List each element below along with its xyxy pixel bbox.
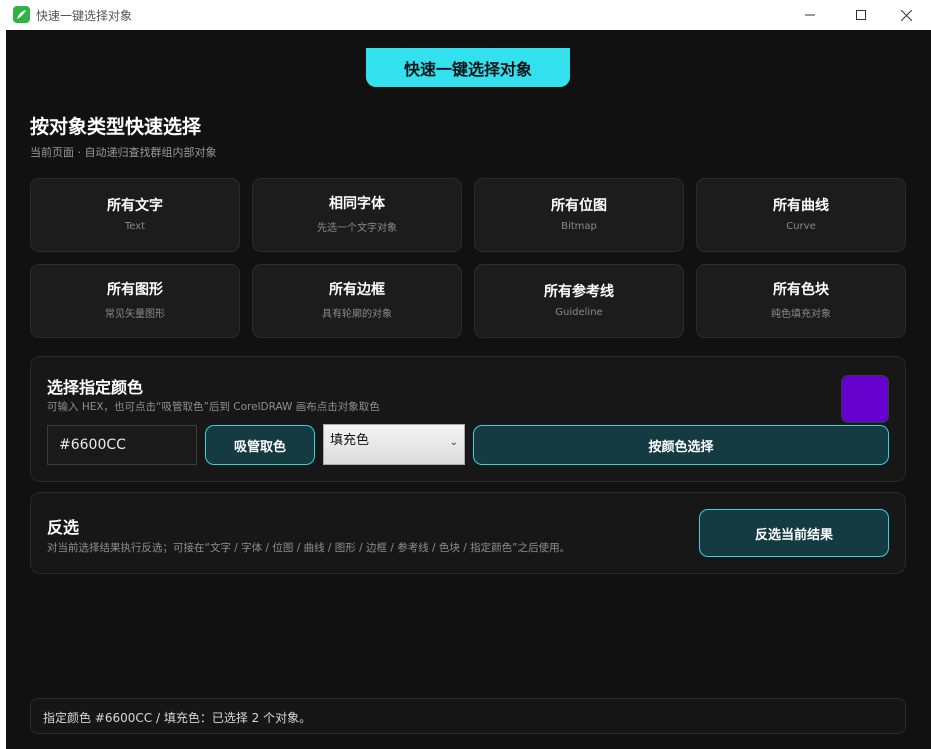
select-all-bitmap-button[interactable]: 所有位图 Bitmap: [474, 178, 684, 252]
card-title: 所有图形: [107, 281, 163, 298]
window-title: 快速一键选择对象: [36, 9, 133, 23]
card-title: 所有边框: [329, 281, 385, 298]
color-section-title: 选择指定颜色: [47, 378, 144, 397]
select-all-shapes-button[interactable]: 所有图形 常见矢量图形: [30, 264, 240, 338]
color-mode-selected: 填充色: [330, 433, 370, 448]
color-swatch: [841, 375, 889, 423]
card-title: 相同字体: [329, 195, 385, 212]
card-subtitle: Bitmap: [561, 220, 597, 232]
select-same-font-button[interactable]: 相同字体 先选一个文字对象: [252, 178, 462, 252]
close-icon[interactable]: [883, 0, 929, 30]
color-mode-select[interactable]: 填充色 ⌄: [323, 424, 465, 465]
card-title: 所有曲线: [773, 197, 829, 214]
select-all-curve-button[interactable]: 所有曲线 Curve: [696, 178, 906, 252]
card-title: 所有色块: [773, 281, 829, 298]
card-subtitle: 纯色填充对象: [771, 308, 831, 320]
type-section-title: 按对象类型快速选择: [30, 116, 202, 138]
card-title: 所有参考线: [544, 283, 614, 300]
eyedropper-button[interactable]: 吸管取色: [205, 425, 315, 465]
card-subtitle: 具有轮廓的对象: [322, 308, 392, 320]
title-bar: 快速一键选择对象: [0, 0, 931, 30]
invert-section-subtitle: 对当前选择结果执行反选；可接在“文字 / 字体 / 位图 / 曲线 / 图形 /…: [47, 542, 571, 554]
invert-selection-button[interactable]: 反选当前结果: [699, 509, 889, 557]
type-section-subtitle: 当前页面 · 自动递归查找群组内部对象: [30, 146, 217, 159]
app-logo-icon: [13, 6, 30, 23]
select-all-text-button[interactable]: 所有文字 Text: [30, 178, 240, 252]
select-all-color-blocks-button[interactable]: 所有色块 纯色填充对象: [696, 264, 906, 338]
card-title: 所有位图: [551, 197, 607, 214]
card-title: 所有文字: [107, 197, 163, 214]
hex-color-input[interactable]: [47, 425, 197, 465]
select-by-color-button[interactable]: 按颜色选择: [473, 425, 889, 465]
card-subtitle: 常见矢量图形: [105, 308, 165, 320]
select-all-guidelines-button[interactable]: 所有参考线 Guideline: [474, 264, 684, 338]
card-subtitle: Text: [124, 220, 146, 232]
header-tab[interactable]: 快速一键选择对象: [366, 48, 570, 87]
status-bar: 指定颜色 #6600CC / 填充色：已选择 2 个对象。: [30, 698, 906, 734]
maximize-icon[interactable]: [838, 0, 884, 30]
color-section-subtitle: 可输入 HEX，也可点击“吸管取色”后到 CorelDRAW 画布点击对象取色: [47, 401, 380, 413]
card-subtitle: Guideline: [555, 306, 603, 318]
minimize-icon[interactable]: [787, 0, 833, 30]
card-subtitle: 先选一个文字对象: [317, 222, 397, 234]
chevron-down-icon: ⌄: [449, 437, 458, 448]
select-all-outlines-button[interactable]: 所有边框 具有轮廓的对象: [252, 264, 462, 338]
invert-section-title: 反选: [47, 518, 80, 537]
card-subtitle: Curve: [786, 220, 816, 232]
